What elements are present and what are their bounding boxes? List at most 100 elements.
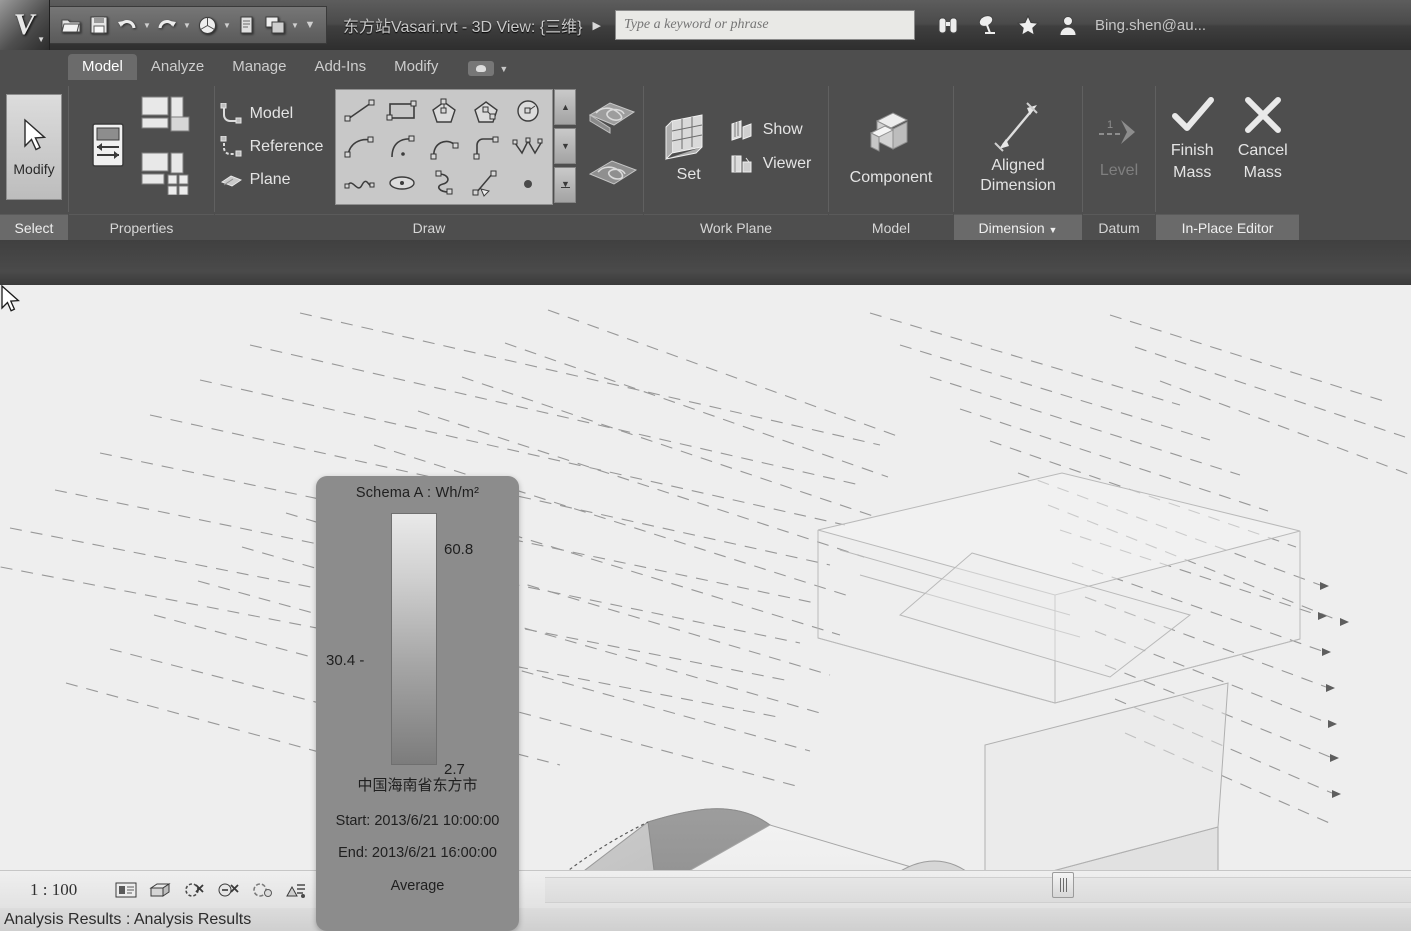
dimension-label: Dimension <box>980 177 1056 194</box>
ellipse-tool[interactable] <box>381 165 423 201</box>
scroll-down-icon[interactable]: ▼ <box>554 128 577 164</box>
spline-tool[interactable] <box>507 129 549 165</box>
undo-icon[interactable] <box>114 12 140 38</box>
title-bar: V ▼ ▼ ▼ ▼ ▼ ▼ 东方站Vasari.rvt - 3D View: {… <box>0 0 1411 50</box>
cancel-mass-button[interactable]: Cancel Mass <box>1233 94 1294 183</box>
redo-icon[interactable] <box>154 12 180 38</box>
ribbon-display-options[interactable]: ▼ <box>468 61 508 80</box>
line-tool[interactable] <box>339 93 381 129</box>
section-box-icon[interactable] <box>234 12 260 38</box>
start-end-radius-arc-tool[interactable] <box>339 129 381 165</box>
favorites-star-icon[interactable] <box>1011 8 1045 42</box>
tab-add-ins[interactable]: Add-Ins <box>300 54 380 80</box>
user-name-label[interactable]: Bing.shen@au... <box>1095 17 1206 34</box>
show-label: Show <box>762 121 803 138</box>
aligned-dimension-button[interactable]: Aligned Dimension <box>980 99 1056 196</box>
draw-model-line-button[interactable]: Model <box>220 103 324 125</box>
vasari-logo-icon: V <box>11 8 38 41</box>
tab-model[interactable]: Model <box>68 54 137 80</box>
panel-title-work-plane: Work Plane <box>644 214 828 240</box>
family-category-button[interactable] <box>140 151 198 200</box>
solar-vector-arrowheads <box>1318 582 1349 798</box>
panel-title-select: Select <box>0 214 68 240</box>
open-icon[interactable] <box>58 12 84 38</box>
tab-manage[interactable]: Manage <box>218 54 300 80</box>
3d-view-icon[interactable] <box>194 12 220 38</box>
switch-window-dropdown-icon[interactable]: ▼ <box>290 21 300 30</box>
draw-gallery-scrollbar[interactable]: ▲ ▼ ▼ <box>554 89 577 203</box>
temporary-hide-isolate-icon[interactable] <box>183 880 205 900</box>
show-work-plane-button[interactable]: Show <box>729 118 812 142</box>
analysis-legend-panel[interactable]: Schema A : Wh/m² 60.8 30.4 - 2.7 中国海南省东方… <box>316 476 519 931</box>
status-bar: 1 : 100 <box>0 870 1411 908</box>
panel-title-properties: Properties <box>69 214 214 240</box>
status-bar-track <box>545 877 1411 903</box>
center-ends-arc-tool[interactable] <box>381 129 423 165</box>
view-scale-label[interactable]: 1 : 100 <box>30 880 77 900</box>
circle-tool[interactable] <box>507 93 549 129</box>
arrow-cursor <box>1 285 20 312</box>
tab-modify[interactable]: Modify <box>380 54 452 80</box>
component-button[interactable]: Component <box>850 107 932 187</box>
save-icon[interactable] <box>86 12 112 38</box>
spline-through-points-tool[interactable] <box>339 165 381 201</box>
status-bar-resize-handle[interactable] <box>1052 872 1074 898</box>
draw-reference-plane-button[interactable]: Plane <box>220 169 324 191</box>
tangent-end-arc-tool[interactable] <box>423 129 465 165</box>
analysis-results-label: Analysis Results : Analysis Results <box>4 910 252 928</box>
crop-view-icon[interactable] <box>115 880 137 900</box>
undo-dropdown-icon[interactable]: ▼ <box>142 21 152 30</box>
model-surface-icon[interactable] <box>586 89 638 140</box>
pick-lines-tool[interactable] <box>465 165 507 201</box>
customize-qat-icon[interactable]: ▼ <box>302 19 318 31</box>
rectangle-tool[interactable] <box>381 93 423 129</box>
finish-mass-button[interactable]: Finish Mass <box>1162 94 1223 183</box>
ribbon-state-icon[interactable] <box>468 61 495 76</box>
circumscribed-polygon-tool[interactable] <box>465 93 507 129</box>
scroll-up-icon[interactable]: ▲ <box>554 89 577 125</box>
application-menu-button[interactable]: V ▼ <box>0 0 50 50</box>
modify-button[interactable]: Modify <box>6 94 62 200</box>
help-search-icon[interactable] <box>931 8 965 42</box>
switch-window-icon[interactable] <box>262 12 288 38</box>
quick-access-toolbar: ▼ ▼ ▼ ▼ ▼ <box>50 6 327 44</box>
chevron-down-icon[interactable]: ▼ <box>499 64 508 74</box>
set-work-plane-button[interactable]: Set <box>661 111 717 184</box>
3d-view-dropdown-icon[interactable]: ▼ <box>222 21 232 30</box>
set-label: Set <box>676 165 701 183</box>
draw-reference-line-button[interactable]: Reference <box>220 136 323 158</box>
draw-surface-tools <box>586 89 638 201</box>
document-title: 东方站Vasari.rvt - 3D View: {三维} <box>343 19 583 36</box>
reveal-hidden-elements-icon[interactable] <box>217 880 239 900</box>
title-next-icon[interactable]: ▶ <box>592 19 600 32</box>
expand-gallery-icon[interactable]: ▼ <box>554 167 577 203</box>
partial-ellipse-tool[interactable] <box>423 165 465 201</box>
legend-title: Schema A : Wh/m² <box>355 485 480 501</box>
level-label: Level <box>1099 162 1139 179</box>
level-button[interactable]: 1 Level <box>1095 114 1143 180</box>
user-account-icon[interactable] <box>1051 8 1085 42</box>
3d-scene <box>0 309 1411 870</box>
temporary-view-properties-icon[interactable] <box>251 880 273 900</box>
inscribed-polygon-tool[interactable] <box>423 93 465 129</box>
finish-label-2: Mass <box>1173 164 1212 182</box>
bottom-info-bar: Analysis Results : Analysis Results <box>0 908 1411 931</box>
work-plane-viewer-button[interactable]: Viewer <box>729 152 811 176</box>
chevron-down-icon[interactable]: ▼ <box>1049 225 1058 235</box>
reference-surface-icon[interactable] <box>586 150 638 201</box>
family-types-button[interactable] <box>140 95 198 144</box>
ribbon-lower-strip <box>0 240 1411 285</box>
3d-view-canvas[interactable] <box>0 285 1411 870</box>
properties-button[interactable] <box>86 120 130 175</box>
search-field[interactable] <box>614 10 915 40</box>
communication-center-icon[interactable] <box>971 8 1005 42</box>
point-element-tool[interactable] <box>507 165 549 201</box>
analytical-model-icon[interactable] <box>285 880 307 900</box>
redo-dropdown-icon[interactable]: ▼ <box>182 21 192 30</box>
ribbon-panels: Modify Select Properties Model Reference… <box>0 80 1411 240</box>
panel-title-dimension[interactable]: Dimension ▼ <box>954 214 1082 240</box>
fillet-arc-tool[interactable] <box>465 129 507 165</box>
show-crop-region-icon[interactable] <box>149 880 171 900</box>
tab-analyze[interactable]: Analyze <box>137 54 218 80</box>
search-input[interactable] <box>623 17 906 33</box>
